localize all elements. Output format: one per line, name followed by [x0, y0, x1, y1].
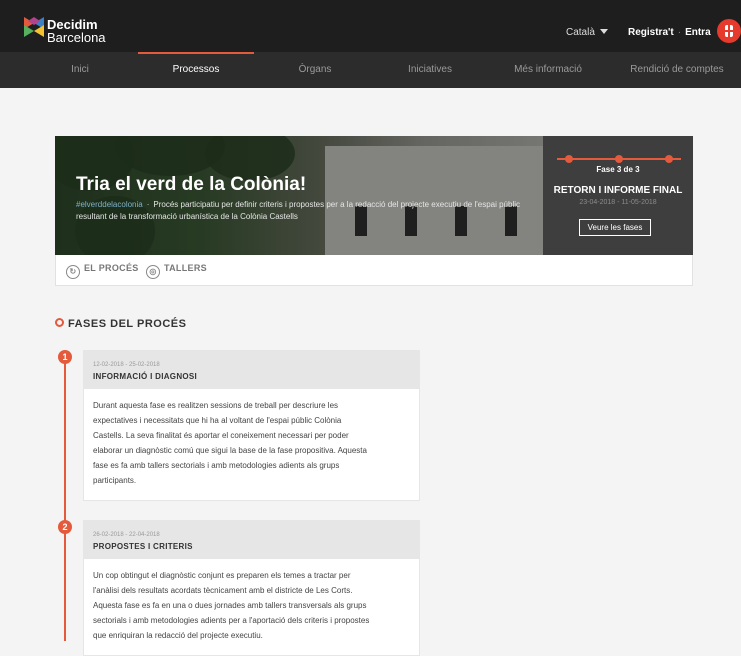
phase-description-line: participants.: [93, 476, 137, 485]
register-link[interactable]: Registra't: [628, 27, 674, 38]
tab-tallers-label: TALLERS: [164, 263, 207, 273]
chevron-down-icon: [599, 29, 608, 34]
nav-item-iniciatives[interactable]: Iniciatives: [385, 52, 475, 88]
process-hero: Tria el verd de la Colònia! #elverddelac…: [55, 136, 693, 255]
process-icon: ↻: [66, 265, 80, 279]
phase-dot-2: [615, 155, 623, 163]
language-selector[interactable]: Català: [566, 27, 608, 38]
phase-dot-3: [665, 155, 673, 163]
process-tabs: ↻ EL PROCÉS ◎ TALLERS: [55, 255, 693, 286]
phase-description-line: sectorials i amb metodologies adients pe…: [93, 616, 370, 625]
process-title: Tria el verd de la Colònia!: [76, 174, 307, 195]
phase-description-line: expectatives i necessitats que hi ha al …: [93, 416, 342, 425]
decidim-logo-icon[interactable]: [24, 17, 44, 37]
phase-description-line: Un cop obtingut el diagnòstic conjunt es…: [93, 571, 351, 580]
view-phases-button[interactable]: Veure les fases: [579, 219, 651, 236]
crest-icon: [725, 25, 733, 37]
auth-links: Registra't · Entra: [628, 27, 711, 38]
phase-number-2: 2: [58, 520, 72, 534]
barcelona-logo-icon[interactable]: [717, 19, 741, 43]
phase-card-header: 26-02-2018 - 22-04-2018 PROPOSTES I CRIT…: [84, 521, 419, 559]
phase-description-line: Durant aquesta fase es realitzen session…: [93, 401, 339, 410]
phase-card-2: 26-02-2018 - 22-04-2018 PROPOSTES I CRIT…: [83, 520, 420, 656]
phase-description-line: Aquesta fase es fa en una o dues jornade…: [93, 601, 367, 610]
top-bar: Decidim Barcelona Català Registra't · Entr…: [0, 0, 741, 52]
phase-title: INFORMACIÓ I DIAGNOSI: [93, 372, 198, 381]
process-description: #elverddelacolonia · Procés participatiu p…: [76, 199, 536, 223]
phase-dates: 12-02-2018 - 25-02-2018: [93, 362, 160, 368]
nav-item-processos[interactable]: Processos: [138, 52, 254, 88]
section-title-text: FASES DEL PROCÉS: [68, 318, 187, 330]
tab-tallers[interactable]: ◎ TALLERS: [146, 263, 207, 279]
phase-description-line: elaborar un diagnòstic comú que sigui la…: [93, 446, 367, 455]
workshop-icon: ◎: [146, 265, 160, 279]
phase-number-1: 1: [58, 350, 72, 364]
brand-name[interactable]: Decidim Barcelona: [47, 18, 106, 44]
phase-dates: 26-02-2018 - 22-04-2018: [93, 532, 160, 538]
login-link[interactable]: Entra: [685, 27, 711, 38]
phase-dot-1: [565, 155, 573, 163]
phase-description-line: l'anàlisi dels resultats acordats tècnic…: [93, 586, 353, 595]
nav-item-mes-informacio[interactable]: Més informació: [493, 52, 603, 88]
phase-title: PROPOSTES I CRITERIS: [93, 542, 193, 551]
current-phase-box: Fase 3 de 3 RETORN I INFORME FINAL 23-04…: [543, 136, 693, 255]
nav-item-inici[interactable]: Inici: [40, 52, 120, 88]
section-title: FASES DEL PROCÉS: [55, 318, 186, 330]
circle-bullet-icon: [55, 318, 64, 327]
auth-separator: ·: [677, 27, 682, 38]
phase-card-header: 12-02-2018 - 25-02-2018 INFORMACIÓ I DIA…: [84, 351, 419, 389]
tab-el-proces-label: EL PROCÉS: [84, 263, 139, 273]
main-nav: Inici Processos Òrgans Iniciatives Més i…: [0, 52, 741, 88]
current-phase-name: RETORN I INFORME FINAL: [553, 185, 683, 196]
process-hashtag[interactable]: #elverddelacolonia: [76, 200, 143, 209]
hashtag-separator: ·: [146, 200, 150, 209]
phases-timeline: [64, 358, 66, 641]
current-phase-dates: 23-04-2018 - 11-05-2018: [579, 199, 657, 206]
nav-item-organs[interactable]: Òrgans: [270, 52, 360, 88]
phase-description-line: Castells. La seva finalitat és aportar e…: [93, 431, 349, 440]
tab-el-proces[interactable]: ↻ EL PROCÉS: [66, 263, 139, 279]
brand-line-2: Barcelona: [47, 30, 106, 45]
phase-description: Durant aquesta fase es realitzen session…: [84, 389, 419, 500]
phase-count: Fase 3 de 3: [596, 165, 640, 174]
phase-description-line: fase es fa amb tallers sectorials i amb …: [93, 461, 340, 470]
nav-item-rendicio-de-comptes[interactable]: Rendició de comptes: [618, 52, 736, 88]
language-label: Català: [566, 27, 595, 38]
phase-card-1: 12-02-2018 - 25-02-2018 INFORMACIÓ I DIA…: [83, 350, 420, 501]
